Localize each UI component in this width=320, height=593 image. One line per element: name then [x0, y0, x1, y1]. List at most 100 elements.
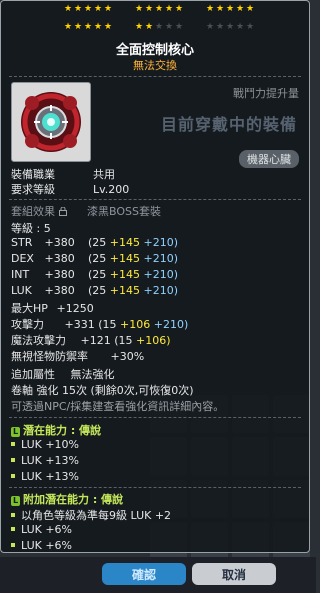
- set-row: 套組效果 漆黑BOSS套裝: [11, 203, 161, 219]
- attack-base: (15: [98, 318, 117, 331]
- star-group: ★ ★ ★ ★ ★: [206, 22, 255, 32]
- extra-stat-row: 追加屬性 無法強化: [11, 366, 115, 382]
- extra-stat-label: 追加屬性: [11, 368, 55, 381]
- star-icon: ★: [64, 22, 73, 32]
- star-group: ★ ★ ★ ★ ★: [64, 4, 113, 14]
- star-icon: ★: [155, 4, 164, 14]
- star-empty-icon: ★: [175, 22, 184, 32]
- ignore-defense-value: +30%: [110, 350, 145, 363]
- star-force-row-2: ★ ★ ★ ★ ★ ★ ★ ★ ★ ★ ★ ★ ★ ★ ★: [64, 22, 255, 32]
- potential-line: LUK +13%: [11, 454, 79, 467]
- star-icon: ★: [74, 4, 83, 14]
- star-empty-icon: ★: [236, 22, 245, 32]
- stat-enhance: +210): [143, 284, 179, 297]
- magic-attack-total: +121: [80, 334, 111, 347]
- ignore-defense-row: 無視怪物防禦率 +30%: [11, 348, 144, 364]
- magic-attack-label: 魔法攻擊力: [11, 334, 66, 347]
- star-empty-icon: ★: [206, 22, 215, 32]
- potential-title: 潛在能力 : 傳說: [23, 424, 102, 437]
- hp-value: +1250: [56, 302, 94, 315]
- star-group: ★ ★ ★ ★ ★: [135, 22, 184, 32]
- star-icon: ★: [246, 4, 255, 14]
- stat-bonus: +145: [109, 252, 141, 265]
- potential-value: LUK +13%: [21, 454, 80, 467]
- attack-bonus: +106: [120, 318, 151, 331]
- level-value: Lv.200: [93, 183, 130, 196]
- stat-row-dex: DEX +380 (25 +145 +210): [11, 252, 178, 265]
- enhance-note: 可透過NPC/採集建查看強化資訊詳細內容。: [11, 400, 225, 413]
- star-empty-icon: ★: [155, 22, 164, 32]
- stat-total: +380: [44, 236, 75, 249]
- star-icon: ★: [84, 4, 93, 14]
- job-label: 裝備職業: [11, 168, 55, 181]
- star-icon: ★: [135, 22, 144, 32]
- job-row: 裝備職業 共用: [11, 166, 115, 182]
- star-icon: ★: [104, 22, 113, 32]
- star-icon: ★: [74, 22, 83, 32]
- stat-enhance: +210): [143, 268, 179, 281]
- attack-label: 攻擊力: [11, 318, 44, 331]
- stat-bonus: +145: [109, 268, 141, 281]
- stat-total: +380: [44, 268, 75, 281]
- bullet-icon: [11, 458, 15, 462]
- bonus-potential-header: L 附加潛在能力 : 傳說: [11, 491, 123, 507]
- star-empty-icon: ★: [246, 22, 255, 32]
- bullet-icon: [11, 527, 15, 531]
- star-empty-icon: ★: [226, 22, 235, 32]
- cancel-button[interactable]: 取消: [192, 563, 276, 585]
- star-icon: ★: [175, 4, 184, 14]
- grade-row: 等級 : 5: [11, 222, 51, 235]
- stat-total: +380: [44, 284, 75, 297]
- level-row: 要求等級 Lv.200: [11, 181, 129, 197]
- stat-base: (25: [88, 284, 107, 297]
- star-group: ★ ★ ★ ★ ★: [64, 22, 113, 32]
- star-icon: ★: [226, 4, 235, 14]
- stat-name: LUK: [11, 284, 32, 297]
- bonus-potential-value: LUK +6%: [21, 523, 73, 536]
- magic-attack-base: (15: [114, 334, 133, 347]
- set-label: 套組效果: [11, 205, 55, 218]
- item-name: 全面控制核心: [115, 43, 194, 58]
- set-value: 漆黑BOSS套裝: [87, 205, 161, 218]
- bonus-potential-line: LUK +6%: [11, 539, 72, 552]
- trade-status: 無法交換: [133, 59, 177, 72]
- attack-enhance: +210): [153, 318, 189, 331]
- legendary-grade-icon: L: [11, 496, 20, 506]
- star-icon: ★: [165, 4, 174, 14]
- potential-line: LUK +13%: [11, 470, 79, 483]
- star-icon: ★: [64, 4, 73, 14]
- stat-name: DEX: [11, 252, 34, 265]
- star-icon: ★: [206, 4, 215, 14]
- divider: [9, 487, 301, 488]
- divider: [9, 199, 301, 200]
- stat-base: (25: [88, 236, 107, 249]
- item-tooltip: ★ ★ ★ ★ ★ ★ ★ ★ ★ ★ ★ ★ ★ ★ ★ ★ ★ ★ ★ ★ ★ ★ ★ ★ ★ ★ ★ ★ ★ ★ 全面控制…: [0, 0, 310, 553]
- bonus-potential-line: 以角色等級為準每9級 LUK +2: [11, 507, 171, 523]
- divider: [9, 76, 301, 77]
- attack-total: +331: [64, 318, 95, 331]
- stat-row-str: STR +380 (25 +145 +210): [11, 236, 178, 249]
- stat-enhance: +210): [143, 252, 179, 265]
- attack-row: 攻擊力 +331 (15 +106 +210): [11, 316, 188, 332]
- stat-row-luk: LUK +380 (25 +145 +210): [11, 284, 178, 297]
- item-icon-frame: [11, 82, 91, 162]
- star-icon: ★: [145, 22, 154, 32]
- scroll-row: 卷軸 強化 15次 (剩餘0次,可恢復0次): [11, 384, 194, 397]
- star-icon: ★: [104, 4, 113, 14]
- bullet-icon: [11, 543, 15, 547]
- category-badge: 機器心臟: [239, 150, 299, 168]
- magic-attack-row: 魔法攻擊力 +121 (15 +106): [11, 332, 171, 348]
- stat-base: (25: [88, 268, 107, 281]
- ignore-defense-label: 無視怪物防禦率: [11, 350, 88, 363]
- star-force-row-1: ★ ★ ★ ★ ★ ★ ★ ★ ★ ★ ★ ★ ★ ★ ★: [64, 4, 255, 14]
- combat-power-label: 戰鬥力提升量: [233, 87, 299, 100]
- star-group: ★ ★ ★ ★ ★: [206, 4, 255, 14]
- bonus-potential-line: LUK +6%: [11, 523, 72, 536]
- stat-name: STR: [11, 236, 33, 249]
- bullet-icon: [11, 442, 15, 446]
- bonus-potential-title: 附加潛在能力 : 傳說: [23, 493, 124, 506]
- legendary-grade-icon: L: [11, 427, 20, 437]
- confirm-button[interactable]: 確認: [102, 563, 186, 585]
- star-icon: ★: [84, 22, 93, 32]
- star-icon: ★: [94, 22, 103, 32]
